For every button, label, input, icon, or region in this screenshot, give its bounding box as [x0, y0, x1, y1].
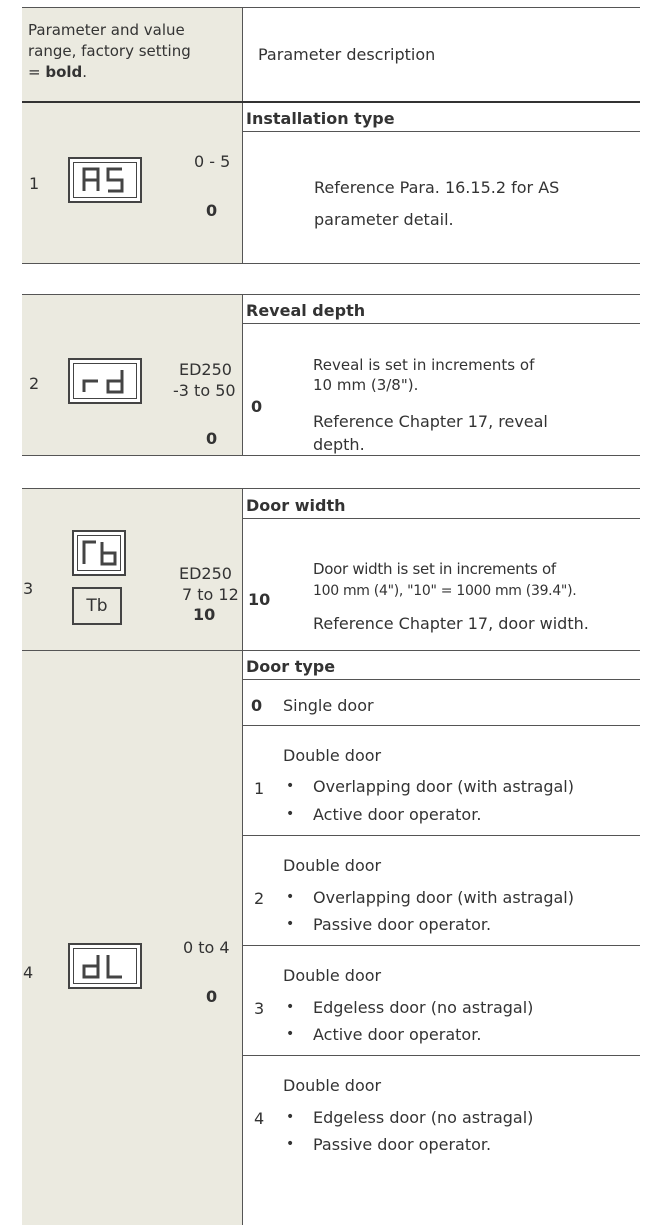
row1-default: 0 — [206, 201, 218, 220]
row3-divider — [242, 489, 243, 650]
row2-description-ref: Reference Chapter 17, reveal depth. — [313, 412, 548, 454]
row1-bottom-rule — [22, 263, 640, 264]
header-right-text: Parameter description — [258, 45, 436, 64]
row4-divider — [242, 651, 243, 1225]
option-2-rule — [243, 945, 640, 946]
option-3-rule — [243, 1055, 640, 1056]
row3-range-line2: 7 to 12 — [182, 585, 239, 604]
row4-title: Door type — [246, 657, 336, 676]
row3-range-line1: ED250 — [179, 564, 232, 583]
option-2-bullet-1: • — [286, 889, 295, 905]
row3-value: 10 — [248, 590, 271, 609]
option-3-bullet-2: • — [286, 1026, 295, 1042]
row2-number: 2 — [29, 374, 40, 393]
row2-divider — [242, 295, 243, 455]
option-2-bullet-2: • — [286, 916, 295, 932]
option-2-item-2: Passive door operator. — [313, 915, 492, 934]
option-3-item-2: Active door operator. — [313, 1025, 482, 1044]
display-rd-icon — [68, 358, 142, 404]
row3-default: 10 — [193, 605, 216, 624]
option-1-item-1: Overlapping door (with astragal) — [313, 777, 574, 796]
row2-range-line1: ED250 — [179, 360, 232, 379]
row3-number: 3 — [23, 579, 34, 598]
option-2-value: 2 — [254, 889, 265, 908]
option-0-label: Single door — [283, 696, 374, 715]
option-4-bullet-1: • — [286, 1109, 295, 1125]
option-3-label: Double door — [283, 966, 382, 985]
display-tb-icon — [72, 530, 126, 576]
option-2-label: Double door — [283, 856, 382, 875]
row1-divider — [242, 103, 243, 263]
option-4-item-1: Edgeless door (no astragal) — [313, 1108, 534, 1127]
display-tb-text: Tb — [72, 587, 122, 625]
row3-title-rule — [243, 518, 640, 519]
row1-number: 1 — [29, 174, 40, 193]
row2-title: Reveal depth — [246, 301, 366, 320]
row1-title-rule — [243, 131, 640, 132]
option-4-item-2: Passive door operator. — [313, 1135, 492, 1154]
option-3-value: 3 — [254, 999, 265, 1018]
option-3-bullet-1: • — [286, 999, 295, 1015]
row2-title-rule — [243, 323, 640, 324]
row3-description-ref: Reference Chapter 17, door width. — [313, 614, 589, 633]
row4-range: 0 to 4 — [183, 938, 230, 957]
option-1-label: Double door — [283, 746, 382, 765]
option-0-rule — [243, 725, 640, 726]
row2-description: Reveal is set in increments of 10 mm (3/… — [313, 356, 535, 394]
option-3-item-1: Edgeless door (no astragal) — [313, 998, 534, 1017]
option-2-item-1: Overlapping door (with astragal) — [313, 888, 574, 907]
display-dl-icon — [68, 943, 142, 989]
row3-description: Door width is set in increments of 100 m… — [313, 560, 577, 599]
header-divider — [242, 8, 243, 102]
option-4-label: Double door — [283, 1076, 382, 1095]
option-1-value: 1 — [254, 779, 265, 798]
row4-number: 4 — [23, 963, 34, 982]
option-4-bullet-2: • — [286, 1136, 295, 1152]
option-4-value: 4 — [254, 1109, 265, 1128]
row4-default: 0 — [206, 987, 218, 1006]
option-1-bullet-1: • — [286, 778, 295, 794]
row4-title-rule — [243, 679, 640, 680]
row2-range-line2: -3 to 50 — [173, 381, 236, 400]
option-1-item-2: Active door operator. — [313, 805, 482, 824]
header-top-rule — [22, 7, 640, 8]
row1-title: Installation type — [246, 109, 395, 128]
option-1-bullet-2: • — [286, 806, 295, 822]
option-1-rule — [243, 835, 640, 836]
row1-range: 0 - 5 — [194, 152, 231, 171]
display-as-icon — [68, 157, 142, 203]
row2-default: 0 — [206, 429, 218, 448]
row3-title: Door width — [246, 496, 346, 515]
header-left-text: Parameter and value range, factory setti… — [28, 21, 191, 81]
row1-description: Reference Para. 16.15.2 for AS parameter… — [314, 178, 560, 229]
option-0-value: 0 — [251, 696, 263, 715]
row2-value: 0 — [251, 397, 263, 416]
